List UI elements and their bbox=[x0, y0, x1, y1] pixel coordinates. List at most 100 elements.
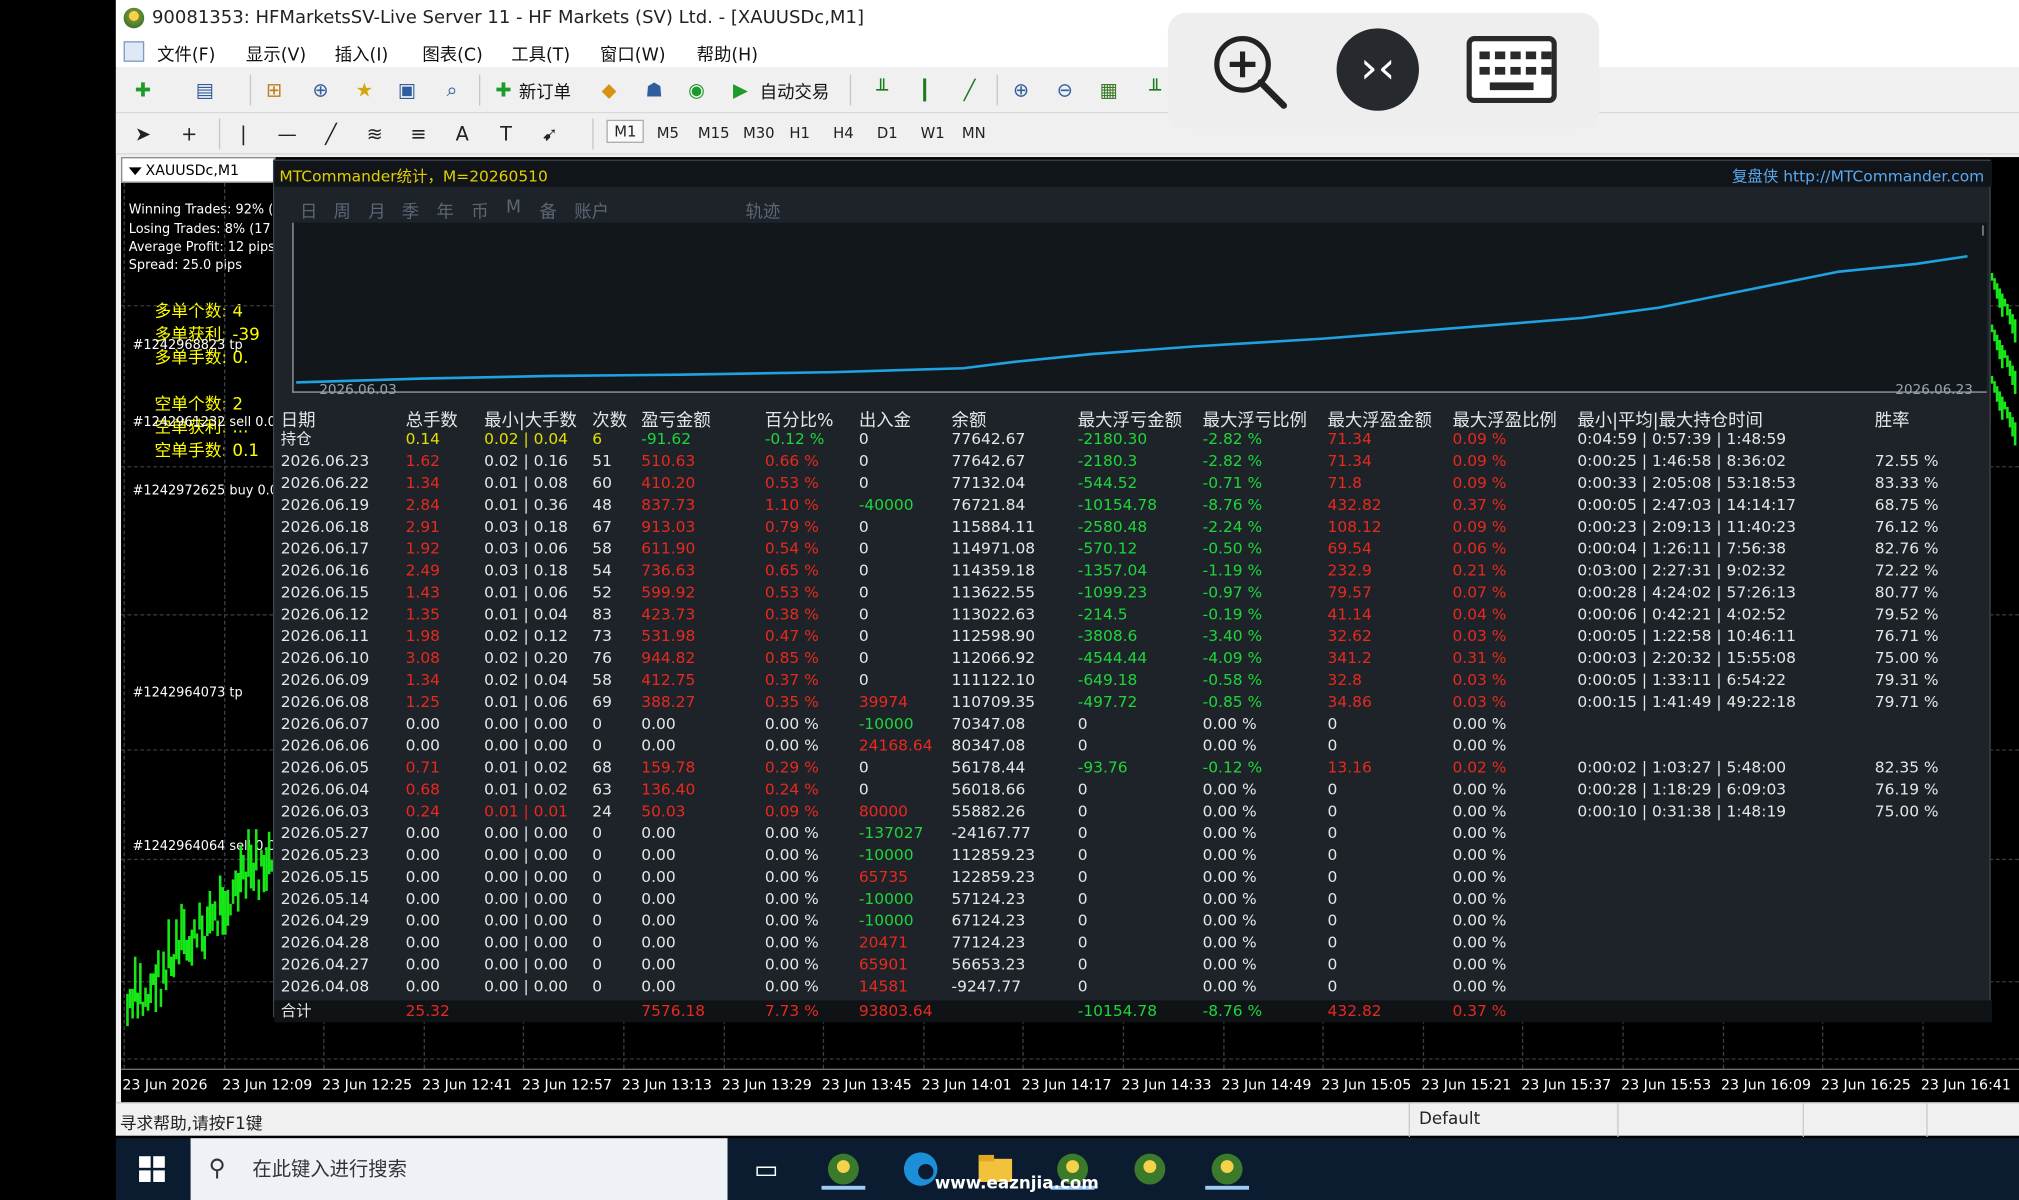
new-order-button[interactable]: 新订单 bbox=[519, 77, 571, 103]
table-cell: 71.34 bbox=[1327, 451, 1372, 470]
timeframe-d1[interactable]: D1 bbox=[877, 124, 898, 142]
windows-start-icon[interactable] bbox=[116, 1138, 191, 1200]
table-cell: -0.71 % bbox=[1202, 473, 1263, 492]
timeframe-m30[interactable]: M30 bbox=[743, 124, 775, 142]
table-cell: 58 bbox=[592, 539, 612, 558]
equidistant-channel-icon[interactable]: ≋ bbox=[361, 120, 389, 148]
menu-tools[interactable]: 工具(T) bbox=[511, 40, 570, 66]
table-cell: 51 bbox=[592, 451, 612, 470]
signals-icon[interactable]: ☗ bbox=[640, 76, 668, 104]
terminal-icon[interactable]: ▣ bbox=[393, 76, 421, 104]
autoscroll-icon[interactable]: ╨ bbox=[1141, 76, 1169, 104]
candle bbox=[254, 829, 258, 871]
menu-charts[interactable]: 图表(C) bbox=[422, 40, 482, 66]
table-cell: 0:03:00 | 2:27:31 | 9:02:32 bbox=[1577, 561, 1787, 580]
metaeditor-icon[interactable]: ◆ bbox=[595, 76, 623, 104]
menu-help[interactable]: 帮助(H) bbox=[697, 40, 758, 66]
panel-tab[interactable]: 币 bbox=[471, 197, 488, 223]
table-cell: 0.00 bbox=[405, 955, 441, 974]
panel-tab[interactable]: 轨迹 bbox=[746, 197, 781, 223]
table-cell: 159.78 bbox=[641, 758, 696, 777]
table-cell: 2026.06.19 bbox=[280, 495, 370, 514]
panel-tab[interactable]: 备 bbox=[540, 197, 557, 223]
table-cell: 0.00 bbox=[405, 867, 441, 886]
table-cell: 70347.08 bbox=[951, 714, 1026, 733]
menu-bar: 文件(F) 显示(V) 插入(I) 图表(C) 工具(T) 窗口(W) 帮助(H… bbox=[115, 36, 2019, 67]
table-cell: 0.00 bbox=[641, 867, 676, 886]
status-bar: 寻求帮助,请按F1键 Default bbox=[115, 1102, 2019, 1137]
timeframe-m15[interactable]: M15 bbox=[698, 124, 730, 142]
menu-file[interactable]: 文件(F) bbox=[157, 40, 215, 66]
candlestick-icon[interactable]: ┃ bbox=[910, 76, 938, 104]
mt4-taskbar-icon[interactable] bbox=[821, 1148, 866, 1190]
panel-brand-link[interactable]: 复盘侠 http://MTCommander.com bbox=[1732, 165, 1984, 187]
zoom-in-icon[interactable]: ⊕ bbox=[1007, 76, 1035, 104]
menu-insert[interactable]: 插入(I) bbox=[335, 40, 388, 66]
line-chart-icon[interactable]: ╱ bbox=[955, 76, 983, 104]
table-cell: 0.00 % bbox=[1452, 911, 1507, 930]
panel-tab[interactable]: M bbox=[506, 197, 521, 218]
menu-view[interactable]: 显示(V) bbox=[246, 40, 306, 66]
bar-chart-icon[interactable]: ╨ bbox=[868, 76, 896, 104]
panel-tab[interactable]: 周 bbox=[333, 197, 350, 223]
trendline-icon[interactable]: ╱ bbox=[317, 120, 345, 148]
mt4-taskbar-icon[interactable] bbox=[1128, 1148, 1172, 1189]
timeframe-h1[interactable]: H1 bbox=[789, 124, 810, 142]
profiles-icon[interactable]: ▤ bbox=[191, 76, 219, 104]
table-cell: 56653.23 bbox=[951, 955, 1026, 974]
mt4-taskbar-icon[interactable] bbox=[1205, 1148, 1250, 1190]
table-cell: 0.53 % bbox=[764, 583, 819, 602]
timeframe-mn[interactable]: MN bbox=[962, 124, 986, 142]
new-order-icon[interactable]: ✚ bbox=[489, 76, 517, 104]
table-cell: 71.34 bbox=[1327, 430, 1372, 449]
navigator-icon[interactable]: ★ bbox=[350, 76, 378, 104]
task-view-icon[interactable]: ▭ bbox=[744, 1148, 788, 1189]
table-cell: 0 bbox=[592, 714, 603, 733]
table-cell: -9247.77 bbox=[951, 977, 1022, 996]
table-cell: -0.50 % bbox=[1202, 539, 1263, 558]
table-cell: -214.5 bbox=[1077, 605, 1128, 624]
chart-tab[interactable]: XAUUSDc,M1 bbox=[121, 157, 276, 183]
table-cell: 0 bbox=[1327, 845, 1338, 864]
table-cell: 0.00 bbox=[641, 933, 676, 952]
zoom-out-icon[interactable]: ⊖ bbox=[1051, 76, 1079, 104]
market-icon[interactable]: ◉ bbox=[682, 76, 710, 104]
table-cell: 72.55 % bbox=[1874, 451, 1939, 470]
time-axis-label: 23 Jun 15:21 bbox=[1421, 1076, 1512, 1094]
arrows-icon[interactable]: ➹ bbox=[536, 120, 564, 148]
menu-window[interactable]: 窗口(W) bbox=[600, 40, 666, 66]
data-window-icon[interactable]: ⊕ bbox=[306, 76, 334, 104]
chart-window-icon[interactable] bbox=[123, 41, 145, 62]
auto-trading-icon[interactable]: ▶ bbox=[726, 76, 754, 104]
new-chart-icon[interactable]: ✚ bbox=[129, 76, 157, 104]
horizontal-line-icon[interactable]: — bbox=[273, 120, 301, 148]
zoom-in-icon[interactable] bbox=[1207, 28, 1297, 118]
timeframe-w1[interactable]: W1 bbox=[921, 124, 945, 142]
panel-tab[interactable]: 月 bbox=[368, 197, 385, 223]
table-cell: 2026.06.07 bbox=[280, 714, 370, 733]
timeframe-m1[interactable]: M1 bbox=[606, 119, 645, 143]
panel-tab[interactable]: 季 bbox=[402, 197, 419, 223]
table-cell: 0.00 bbox=[405, 911, 441, 930]
time-axis-label: 23 Jun 13:13 bbox=[621, 1076, 712, 1094]
table-cell: 0.00 % bbox=[1452, 824, 1507, 843]
market-watch-icon[interactable]: ⊞ bbox=[260, 76, 288, 104]
panel-tab[interactable]: 年 bbox=[437, 197, 454, 223]
text-icon[interactable]: A bbox=[448, 120, 476, 148]
timeframe-m5[interactable]: M5 bbox=[657, 124, 679, 142]
keyboard-icon[interactable] bbox=[1466, 36, 1557, 104]
strategy-tester-icon[interactable]: ⌕ bbox=[438, 76, 466, 104]
crosshair-icon[interactable]: + bbox=[175, 120, 203, 148]
tile-windows-icon[interactable]: ▦ bbox=[1094, 76, 1122, 104]
timeframe-h4[interactable]: H4 bbox=[833, 124, 854, 142]
remote-desktop-icon[interactable]: ›‹ bbox=[1336, 28, 1419, 111]
auto-trading-button[interactable]: 自动交易 bbox=[760, 77, 830, 103]
cursor-icon[interactable]: ➤ bbox=[129, 120, 157, 148]
table-cell: 0.00 % bbox=[1452, 736, 1507, 755]
vertical-line-icon[interactable]: | bbox=[229, 120, 257, 148]
fibonacci-icon[interactable]: ≡ bbox=[404, 120, 432, 148]
panel-tab[interactable]: 日 bbox=[300, 197, 317, 223]
text-label-icon[interactable]: T bbox=[492, 120, 520, 148]
panel-tab[interactable]: 账户 bbox=[574, 197, 609, 223]
taskbar-search-box[interactable]: ⚲ 在此键入进行搜索 bbox=[190, 1138, 728, 1200]
